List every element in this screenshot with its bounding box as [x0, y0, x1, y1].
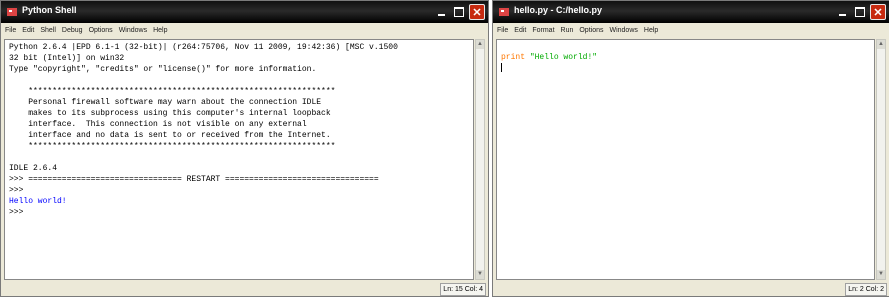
status-bar: Ln: 15 Col: 4 — [1, 281, 488, 296]
minimize-icon — [838, 14, 846, 16]
shell-line: ****************************************… — [9, 87, 336, 96]
shell-line: interface and no data is sent to or rece… — [9, 131, 331, 140]
shell-line: interface. This connection is not visibl… — [9, 120, 307, 129]
text-cursor — [501, 63, 502, 73]
scroll-up-arrow-icon[interactable]: ▲ — [877, 40, 885, 49]
cursor-position: Ln: 15 Col: 4 — [440, 283, 486, 296]
shell-line: Hello world! — [9, 197, 67, 206]
title-bar[interactable]: hello.py - C:/hello.py ✕ — [493, 1, 889, 23]
maximize-icon — [454, 7, 464, 17]
menu-help[interactable]: Help — [644, 27, 658, 34]
menu-bar: File Edit Format Run Options Windows Hel… — [493, 23, 889, 37]
shell-line: ****************************************… — [9, 142, 336, 151]
shell-line: >>> ================================ RES… — [9, 175, 379, 184]
vertical-scrollbar[interactable]: ▲ ▼ — [475, 39, 485, 280]
menu-options[interactable]: Options — [579, 27, 603, 34]
menu-bar: File Edit Shell Debug Options Windows He… — [1, 23, 488, 37]
menu-options[interactable]: Options — [89, 27, 113, 34]
menu-file[interactable]: File — [5, 27, 16, 34]
menu-run[interactable]: Run — [561, 27, 574, 34]
cursor-position: Ln: 2 Col: 2 — [845, 283, 887, 296]
scroll-up-arrow-icon[interactable]: ▲ — [476, 40, 484, 49]
minimize-button[interactable] — [834, 4, 850, 20]
menu-windows[interactable]: Windows — [609, 27, 637, 34]
menu-windows[interactable]: Windows — [119, 27, 147, 34]
menu-shell[interactable]: Shell — [40, 27, 56, 34]
menu-file[interactable]: File — [497, 27, 508, 34]
shell-line: >>> — [9, 186, 24, 195]
window-title: hello.py - C:/hello.py — [514, 5, 603, 15]
shell-line: Python 2.6.4 |EPD 6.1-1 (32-bit)| (r264:… — [9, 43, 398, 52]
window-title: Python Shell — [22, 5, 77, 15]
code-line: print "Hello world!" — [501, 52, 870, 63]
minimize-button[interactable] — [433, 4, 449, 20]
close-button[interactable]: ✕ — [469, 4, 485, 20]
shell-line: Type "copyright", "credits" or "license(… — [9, 65, 317, 74]
maximize-button[interactable] — [852, 4, 868, 20]
python-idle-icon — [499, 8, 509, 16]
code-string: "Hello world!" — [529, 53, 598, 62]
python-shell-window: Python Shell ✕ File Edit Shell Debug Opt… — [0, 0, 489, 297]
shell-output-area[interactable]: Python 2.6.4 |EPD 6.1-1 (32-bit)| (r264:… — [4, 39, 474, 280]
shell-line: 32 bit (Intel)] on win32 — [9, 54, 125, 63]
shell-line: IDLE 2.6.4 — [9, 164, 58, 173]
code-editor-area[interactable]: print "Hello world!" — [496, 39, 875, 280]
title-bar[interactable]: Python Shell ✕ — [1, 1, 488, 23]
shell-line: makes to its subprocess using this compu… — [9, 109, 331, 118]
menu-format[interactable]: Format — [532, 27, 554, 34]
shell-line: Personal firewall software may warn abou… — [9, 98, 322, 107]
scroll-down-arrow-icon[interactable]: ▼ — [476, 270, 484, 279]
menu-help[interactable]: Help — [153, 27, 167, 34]
code-line — [501, 63, 870, 74]
python-idle-icon — [7, 8, 17, 16]
menu-edit[interactable]: Edit — [22, 27, 34, 34]
shell-line: >>> — [9, 208, 24, 217]
scroll-down-arrow-icon[interactable]: ▼ — [877, 270, 885, 279]
close-icon: ✕ — [873, 6, 883, 19]
shell-line — [9, 152, 469, 163]
close-icon: ✕ — [472, 6, 482, 19]
status-bar: Ln: 2 Col: 2 — [493, 281, 889, 296]
vertical-scrollbar[interactable]: ▲ ▼ — [876, 39, 886, 280]
minimize-icon — [437, 14, 445, 16]
shell-line — [9, 75, 469, 86]
close-button[interactable]: ✕ — [870, 4, 886, 20]
editor-window: hello.py - C:/hello.py ✕ File Edit Forma… — [492, 0, 889, 297]
menu-edit[interactable]: Edit — [514, 27, 526, 34]
code-keyword: print — [501, 53, 526, 62]
maximize-icon — [855, 7, 865, 17]
menu-debug[interactable]: Debug — [62, 27, 83, 34]
maximize-button[interactable] — [451, 4, 467, 20]
